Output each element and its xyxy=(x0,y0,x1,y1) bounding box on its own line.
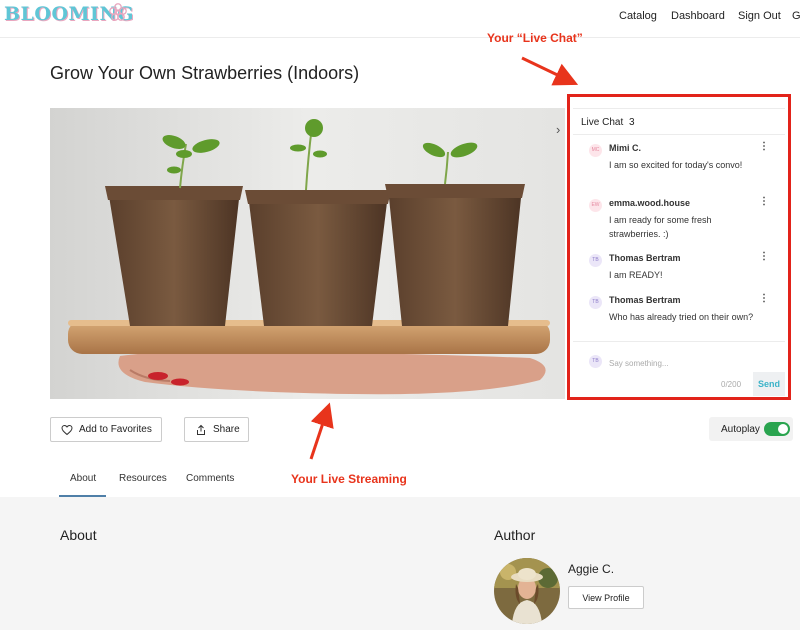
tab-comments[interactable]: Comments xyxy=(186,473,234,484)
message-text: I am ready for some fresh strawberries. … xyxy=(609,215,712,239)
details-section xyxy=(0,497,800,630)
chat-header: Live Chat 3 xyxy=(573,108,785,135)
heart-icon xyxy=(61,424,73,436)
avatar: EW xyxy=(589,199,602,212)
message-menu-icon[interactable]: ⋮ xyxy=(759,142,769,152)
message-author: Thomas Bertram xyxy=(609,295,681,305)
live-chat-panel: Live Chat 3 MC Mimi C. I am so excited f… xyxy=(573,108,785,396)
nav-dashboard[interactable]: Dashboard xyxy=(671,10,725,22)
share-label: Share xyxy=(213,424,240,435)
author-name: Aggie C. xyxy=(568,562,615,576)
avatar: TB xyxy=(589,254,602,267)
favorites-label: Add to Favorites xyxy=(79,424,152,435)
avatar: TB xyxy=(589,355,602,368)
flower-icon xyxy=(109,3,127,21)
author-avatar[interactable] xyxy=(494,558,560,624)
avatar: TB xyxy=(589,296,602,309)
author-photo-image xyxy=(494,558,560,624)
tab-resources[interactable]: Resources xyxy=(119,473,167,484)
live-chat-annotation: Your “Live Chat” xyxy=(487,31,583,45)
character-counter: 0/200 xyxy=(721,380,742,389)
chat-participant-count: 3 xyxy=(629,117,635,128)
nav-truncated-item[interactable]: G xyxy=(792,10,800,22)
page-title: Grow Your Own Strawberries (Indoors) xyxy=(50,63,360,83)
share-icon xyxy=(197,424,205,435)
share-button[interactable]: Share xyxy=(184,417,249,442)
message-text: I am so excited for today's convo! xyxy=(609,160,743,170)
tab-about[interactable]: About xyxy=(70,473,96,484)
live-stream-video[interactable] xyxy=(50,108,565,399)
autoplay-toggle[interactable] xyxy=(764,422,790,436)
message-menu-icon[interactable]: ⋮ xyxy=(759,252,769,262)
nav-sign-out[interactable]: Sign Out xyxy=(738,10,781,22)
live-streaming-annotation: Your Live Streaming xyxy=(291,472,407,486)
send-button[interactable]: Send xyxy=(753,372,785,396)
toggle-knob xyxy=(778,424,788,434)
top-navigation-bar: BLOOMING Catalog Dashboard Sign Out G xyxy=(0,0,800,38)
chat-title: Live Chat xyxy=(581,117,624,128)
message-text: I am READY! xyxy=(609,270,663,280)
autoplay-control: Autoplay xyxy=(709,417,793,441)
chevron-right-icon[interactable]: › xyxy=(556,122,560,137)
seedling-pots-image xyxy=(50,108,565,399)
message-menu-icon[interactable]: ⋮ xyxy=(759,197,769,207)
message-author: Mimi C. xyxy=(609,143,642,153)
chat-compose-area: TB 0/200 Send xyxy=(573,341,785,396)
message-author: Thomas Bertram xyxy=(609,253,681,263)
message-text: Who has already tried on their own? xyxy=(609,312,754,322)
chat-message-input[interactable] xyxy=(609,356,759,370)
avatar: MC xyxy=(589,144,602,157)
add-to-favorites-button[interactable]: Add to Favorites xyxy=(50,417,162,442)
nav-catalog[interactable]: Catalog xyxy=(619,10,657,22)
about-heading: About xyxy=(60,527,97,543)
view-profile-button[interactable]: View Profile xyxy=(568,586,644,609)
message-menu-icon[interactable]: ⋮ xyxy=(759,294,769,304)
autoplay-label: Autoplay xyxy=(721,424,760,435)
author-heading: Author xyxy=(494,527,536,543)
message-author: emma.wood.house xyxy=(609,198,691,208)
arrow-to-stream xyxy=(309,402,334,460)
arrow-to-chat xyxy=(521,56,579,86)
